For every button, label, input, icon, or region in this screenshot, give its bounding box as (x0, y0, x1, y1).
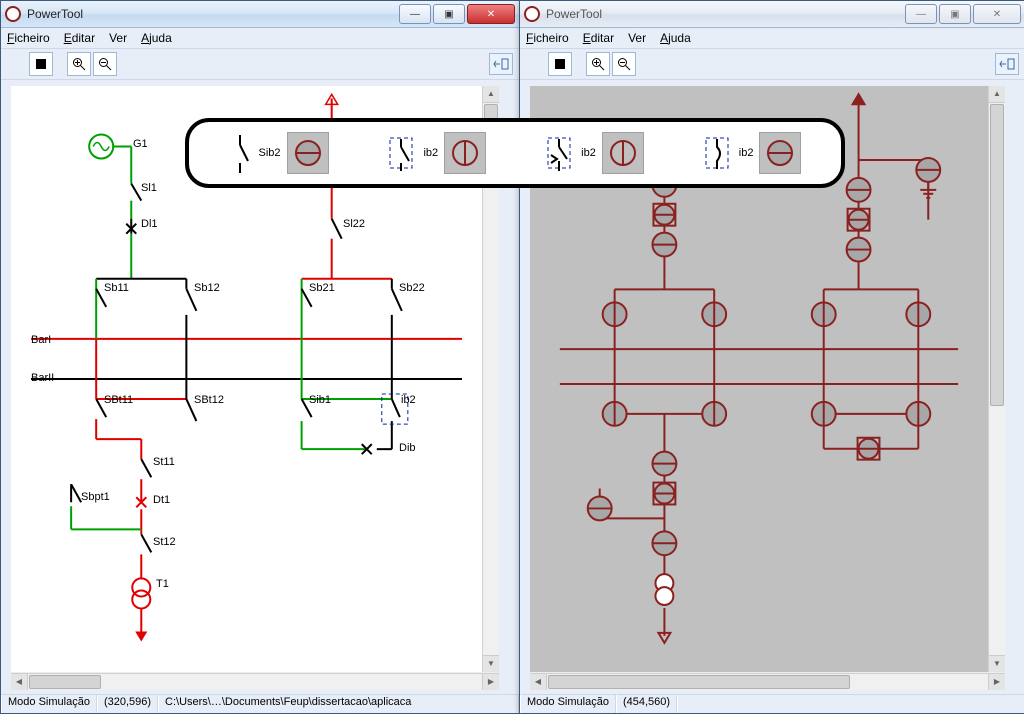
dock-icon (999, 58, 1015, 70)
palette-item-4[interactable]: ib2 (703, 132, 802, 174)
label-St12: St12 (153, 536, 176, 548)
zoom-in-button[interactable] (586, 52, 610, 76)
menu-edit[interactable]: Editar (64, 31, 95, 45)
palette-item-1[interactable]: Sib2 (228, 132, 328, 174)
app-icon (524, 6, 540, 22)
label-Sl22: Sl22 (343, 218, 365, 230)
scroll-thumb[interactable] (990, 104, 1004, 406)
window-buttons: — ▣ ✕ (399, 4, 515, 24)
stop-button[interactable] (29, 52, 53, 76)
zoom-in-icon (591, 57, 605, 71)
zoom-in-button[interactable] (67, 52, 91, 76)
menu-edit[interactable]: Editar (583, 31, 614, 45)
statusbar: Modo Simulação (454,560) (520, 694, 1024, 713)
zoom-out-icon (98, 57, 112, 71)
switch-selected-icon (387, 133, 417, 173)
app-window-right: PowerTool — ▣ ✕ Ficheiro Editar Ver Ajud… (519, 0, 1024, 714)
menu-file[interactable]: Ficheiro (526, 31, 569, 45)
palette-item-2[interactable]: ib2 (387, 132, 486, 174)
dock-button[interactable] (489, 53, 513, 75)
palette-item-label: Sib2 (258, 147, 280, 159)
menu-view[interactable]: Ver (628, 31, 646, 45)
switch-closed-selected-icon (703, 133, 733, 173)
maximize-button[interactable]: ▣ (433, 4, 465, 24)
label-SBt12: SBt12 (194, 394, 224, 406)
statusbar: Modo Simulação (320,596) C:\Users\…\Docu… (1, 694, 519, 713)
menu-help[interactable]: Ajuda (141, 31, 172, 45)
window-title: PowerTool (27, 7, 399, 21)
stop-button[interactable] (548, 52, 572, 76)
horizontal-scrollbar[interactable] (11, 673, 499, 690)
scroll-thumb[interactable] (548, 675, 850, 689)
horizontal-scrollbar[interactable] (530, 673, 1005, 690)
menubar: Ficheiro Editar Ver Ajuda (520, 28, 1024, 49)
symbol-palette[interactable]: Sib2 ib2 ib2 (185, 118, 845, 188)
status-path: C:\Users\…\Documents\Feup\dissertacao\ap… (158, 695, 519, 713)
close-button[interactable]: ✕ (467, 4, 515, 24)
zoom-out-icon (617, 57, 631, 71)
palette-swatch (759, 132, 801, 174)
titlebar[interactable]: PowerTool — ▣ ✕ (1, 1, 519, 28)
vertical-scrollbar[interactable] (988, 86, 1005, 672)
status-mode: Modo Simulação (1, 695, 97, 713)
label-St11: St11 (153, 456, 175, 468)
palette-swatch (602, 132, 644, 174)
label-Dib: Dib (399, 442, 416, 454)
menu-help[interactable]: Ajuda (660, 31, 691, 45)
dock-icon (493, 58, 509, 70)
status-coord: (320,596) (97, 695, 158, 713)
label-BarI: BarI (31, 334, 51, 346)
label-G1: G1 (133, 138, 148, 150)
menubar: Ficheiro Editar Ver Ajuda (1, 28, 519, 49)
label-Dl1: Dl1 (141, 218, 158, 230)
minimize-button[interactable]: — (905, 4, 937, 24)
titlebar[interactable]: PowerTool — ▣ ✕ (520, 1, 1024, 28)
maximize-button[interactable]: ▣ (939, 4, 971, 24)
zoom-out-button[interactable] (612, 52, 636, 76)
status-coord: (454,560) (616, 695, 677, 713)
status-empty (677, 695, 1024, 713)
label-SBt11: SBt11 (104, 394, 133, 406)
zoom-out-button[interactable] (93, 52, 117, 76)
label-Dt1: Dt1 (153, 494, 170, 506)
palette-item-3[interactable]: ib2 (545, 132, 644, 174)
zoom-in-icon (72, 57, 86, 71)
label-Sb22: Sb22 (399, 282, 425, 294)
stop-icon (36, 59, 46, 69)
window-buttons: — ▣ ✕ (905, 4, 1021, 24)
label-Sl1: Sl1 (141, 182, 157, 194)
scroll-thumb[interactable] (29, 675, 101, 689)
palette-item-label: ib2 (739, 147, 754, 159)
menu-view[interactable]: Ver (109, 31, 127, 45)
toolbar (520, 49, 1024, 80)
label-BarII: BarII (31, 372, 54, 384)
palette-item-label: ib2 (423, 147, 438, 159)
label-Sbpt1: Sbpt1 (81, 491, 110, 503)
label-Sib2-boxed: ib2 (401, 394, 416, 406)
toolbar (1, 49, 519, 80)
label-Sib1: Sib1 (309, 394, 331, 406)
window-title: PowerTool (546, 7, 905, 21)
status-mode: Modo Simulação (520, 695, 616, 713)
minimize-button[interactable]: — (399, 4, 431, 24)
palette-swatch (444, 132, 486, 174)
switch-open-icon (228, 133, 252, 173)
switch-ground-selected-icon (545, 133, 575, 173)
stop-icon (555, 59, 565, 69)
dock-button[interactable] (995, 53, 1019, 75)
label-T1: T1 (156, 578, 169, 590)
label-Sb11: Sb11 (104, 282, 129, 294)
app-window-left: PowerTool — ▣ ✕ Ficheiro Editar Ver Ajud… (0, 0, 520, 714)
menu-file[interactable]: Ficheiro (7, 31, 50, 45)
close-button[interactable]: ✕ (973, 4, 1021, 24)
palette-swatch (287, 132, 329, 174)
palette-item-label: ib2 (581, 147, 596, 159)
app-icon (5, 6, 21, 22)
label-Sb21: Sb21 (309, 282, 335, 294)
label-Sb12: Sb12 (194, 282, 220, 294)
